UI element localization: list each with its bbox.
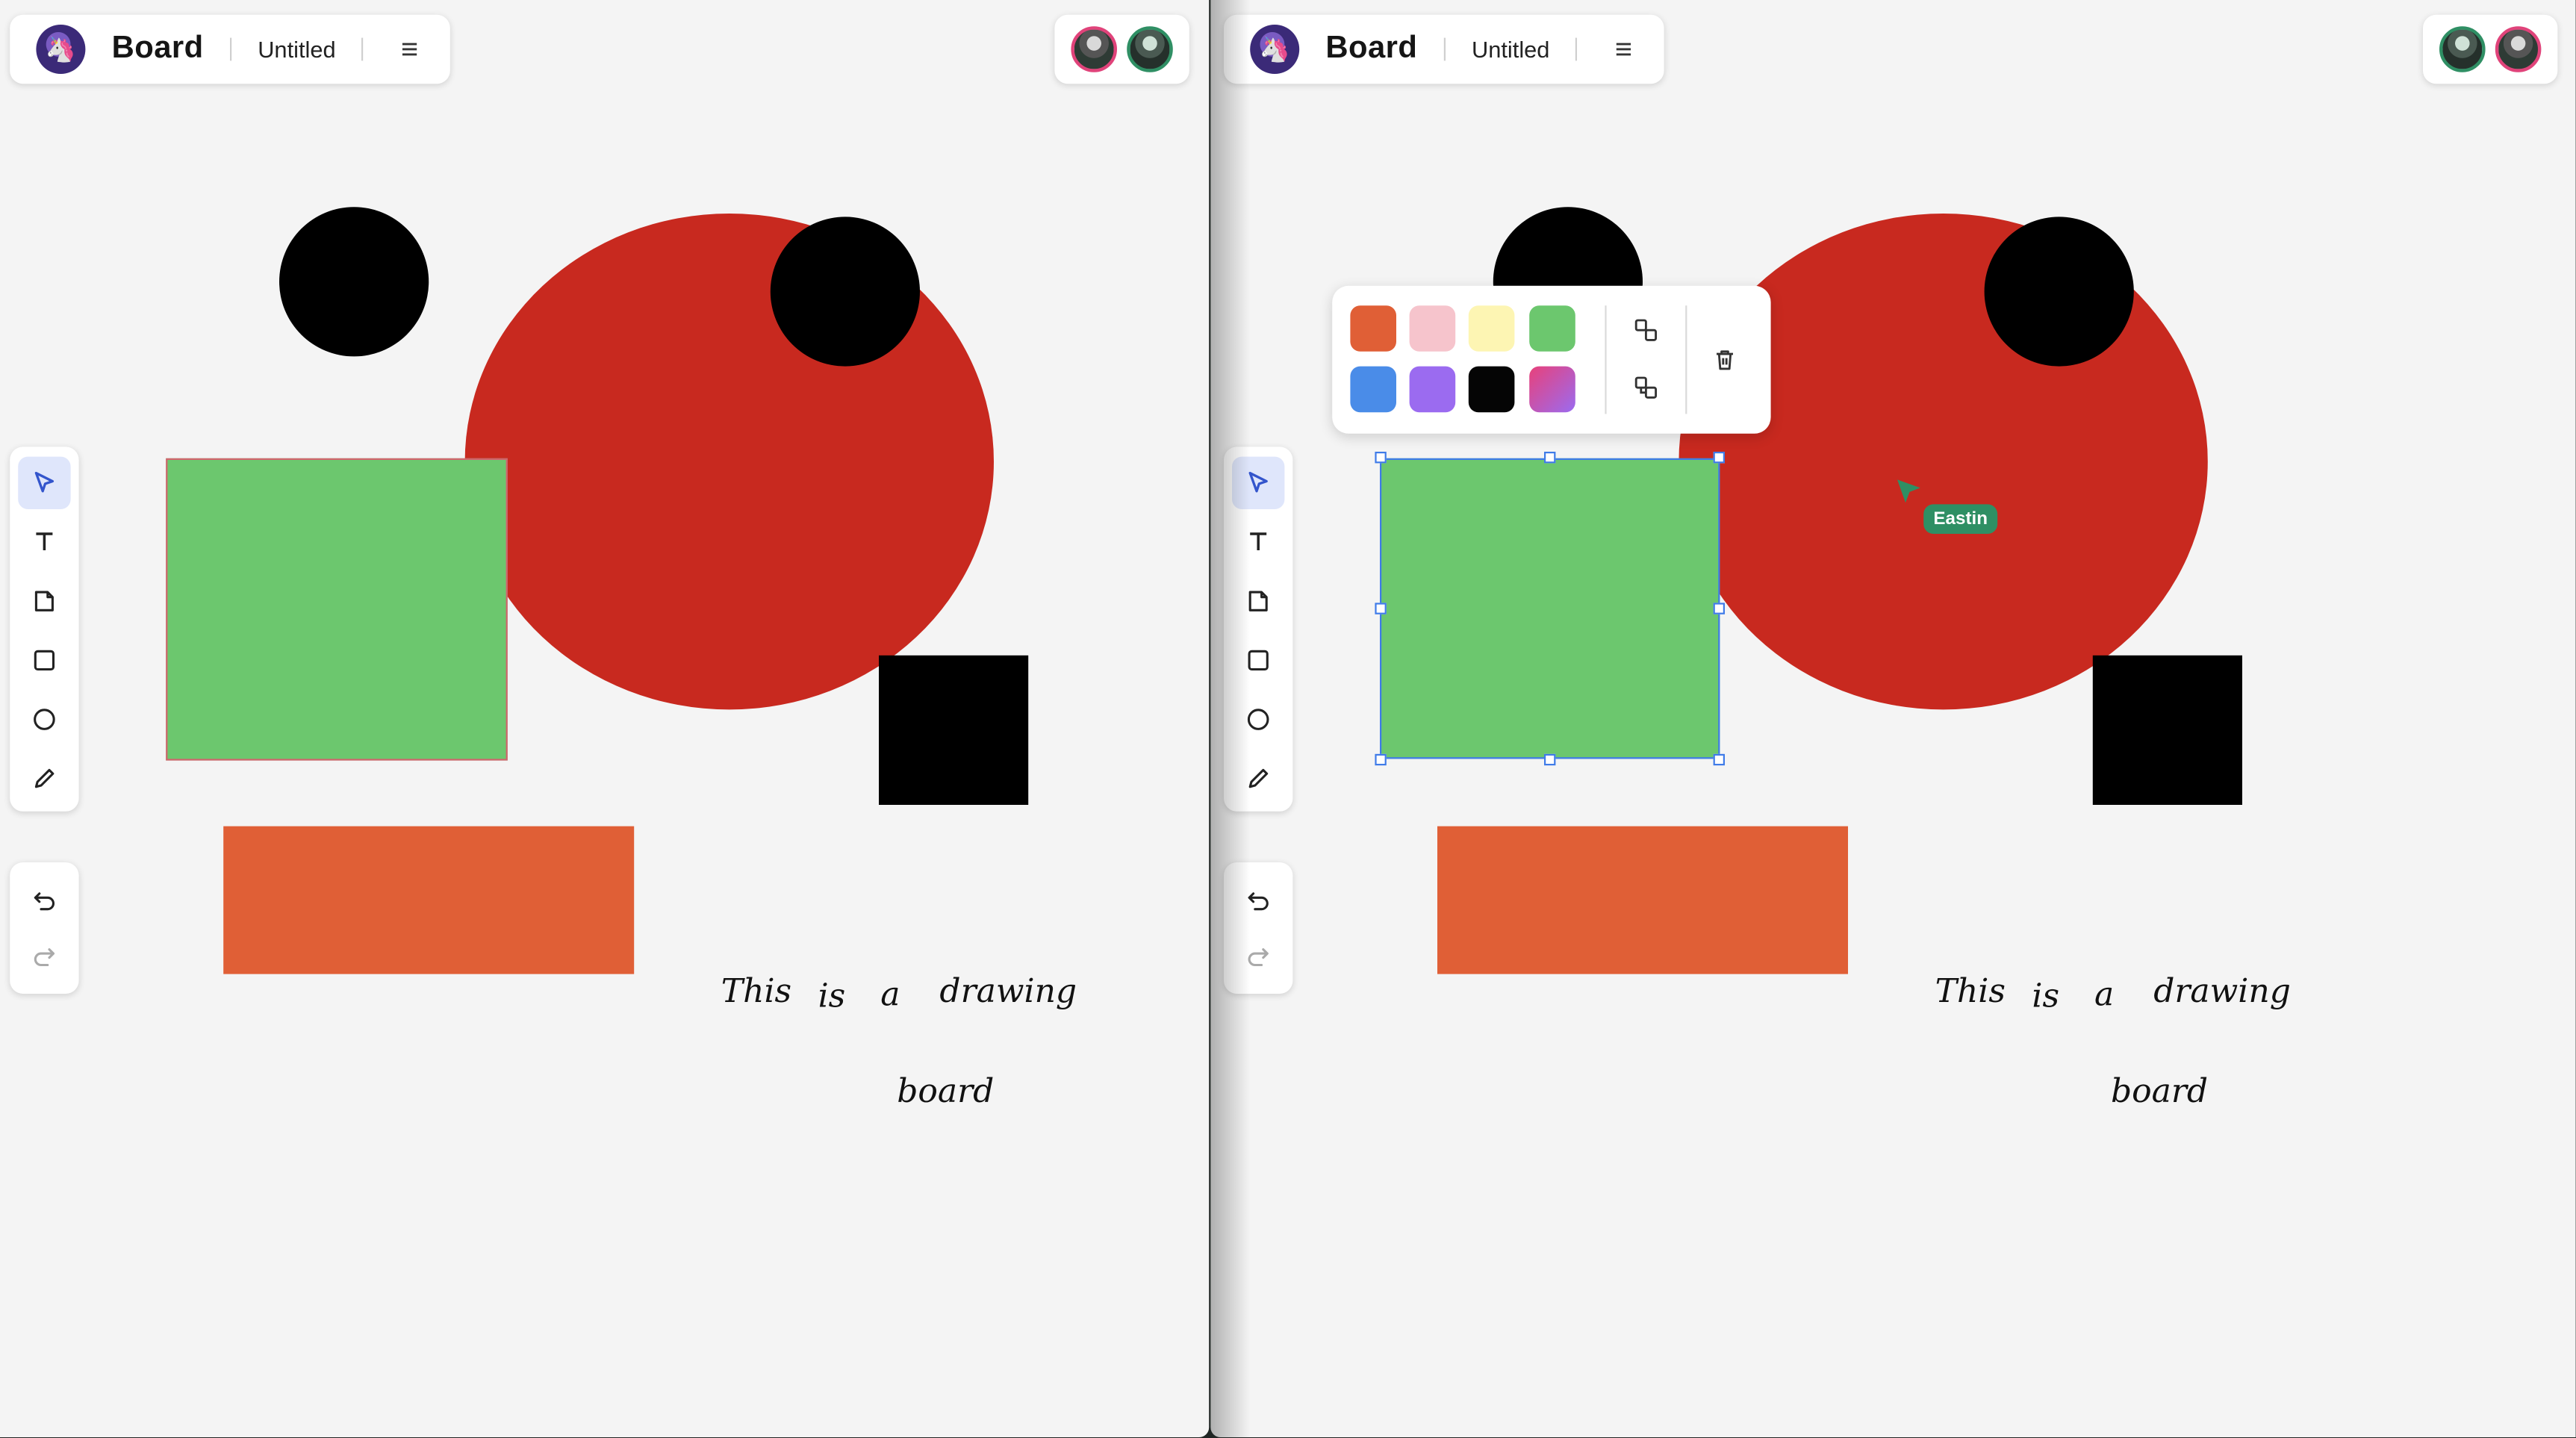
color-swatch-yellow[interactable] [1468,305,1515,352]
history-toolbar [1224,862,1293,994]
rectangle-icon[interactable] [18,634,70,686]
black-circle-shape[interactable] [770,217,920,367]
rectangle-icon[interactable] [1232,634,1284,686]
history-toolbar [10,862,79,994]
color-swatch-green[interactable] [1529,305,1575,352]
header-bar: 🦄 Board Untitled ≡ [10,14,450,84]
ellipse-icon[interactable] [1232,693,1284,745]
black-circle-shape[interactable] [279,207,429,357]
sticky-note-icon[interactable] [1232,575,1284,627]
board-text-word[interactable]: This [721,971,791,1010]
color-swatch-gradient[interactable] [1529,366,1575,413]
board-text-word[interactable]: drawing [2153,971,2291,1010]
resize-handle[interactable] [1713,603,1725,614]
document-title[interactable]: Untitled [1472,36,1549,62]
avatar[interactable] [1127,26,1173,72]
shape-style-popup [1332,285,1771,434]
board-text-word[interactable]: is [2032,976,2059,1015]
header-divider [1575,37,1578,61]
select-pointer-icon[interactable] [18,456,71,509]
orange-rectangle-shape[interactable] [1437,826,1848,974]
green-rectangle-shape[interactable] [166,458,508,761]
right-board-pane[interactable]: 🦄 Board Untitled ≡ Eastin This is a draw… [1210,0,2576,1437]
color-swatch-blue[interactable] [1350,366,1396,413]
undo-icon[interactable] [1232,874,1284,926]
undo-icon[interactable] [18,874,70,926]
hamburger-menu-icon[interactable]: ≡ [1604,30,1643,69]
color-swatch-orange[interactable] [1350,305,1396,352]
unicorn-logo-icon[interactable]: 🦄 [1250,25,1300,74]
pencil-icon[interactable] [18,753,70,805]
color-swatch-black[interactable] [1468,366,1515,413]
avatar[interactable] [2495,26,2542,72]
sticky-note-icon[interactable] [18,575,70,627]
pencil-icon[interactable] [1232,753,1284,805]
select-pointer-icon[interactable] [1232,456,1285,509]
color-swatch-pink[interactable] [1409,305,1456,352]
collaborator-avatars [2423,14,2558,84]
popup-divider [1685,305,1687,414]
ellipse-icon[interactable] [18,693,70,745]
popup-divider [1605,305,1607,414]
unicorn-logo-icon[interactable]: 🦄 [36,25,86,74]
resize-handle[interactable] [1544,452,1556,464]
remote-cursor-icon [1897,479,1920,503]
redo-icon[interactable] [1232,930,1284,982]
green-rectangle-shape-selected[interactable] [1380,458,1720,759]
bring-forward-icon[interactable] [1626,311,1666,350]
board-text-word[interactable]: is [818,976,846,1015]
board-text-word[interactable]: board [2111,1071,2208,1110]
collaborator-avatars [1054,14,1189,84]
send-backward-icon[interactable] [1626,368,1666,408]
resize-handle[interactable] [1375,753,1387,766]
board-text-word[interactable]: drawing [939,971,1077,1010]
black-circle-shape[interactable] [1984,217,2134,367]
board-text-word[interactable]: a [2094,974,2114,1014]
board-text-word[interactable]: a [880,974,900,1014]
color-swatch-purple[interactable] [1409,366,1456,413]
app-title: Board [1325,31,1418,66]
avatar[interactable] [2439,26,2486,72]
black-square-shape[interactable] [879,655,1029,805]
header-divider [229,37,231,61]
board-text-word[interactable]: This [1935,971,2006,1010]
left-board-pane[interactable]: 🦄 Board Untitled ≡ This is a drawing boa… [0,0,1210,1437]
orange-rectangle-shape[interactable] [223,826,635,974]
text-icon[interactable] [18,516,70,568]
app-title: Board [111,31,204,66]
resize-handle[interactable] [1713,753,1725,766]
text-icon[interactable] [1232,516,1284,568]
trash-icon[interactable] [1705,340,1745,379]
avatar[interactable] [1071,26,1117,72]
header-divider [361,37,364,61]
document-title[interactable]: Untitled [258,36,335,62]
resize-handle[interactable] [1713,452,1725,464]
redo-icon[interactable] [18,930,70,982]
black-square-shape[interactable] [2092,655,2242,805]
header-bar: 🦄 Board Untitled ≡ [1224,14,1664,84]
board-text-word[interactable]: board [897,1071,994,1110]
remote-cursor-label: Eastin [1923,504,1998,534]
tool-toolbar [1224,446,1293,812]
resize-handle[interactable] [1544,753,1556,766]
tool-toolbar [10,446,79,812]
hamburger-menu-icon[interactable]: ≡ [390,30,429,69]
resize-handle[interactable] [1375,452,1387,464]
right-pane-content: 🦄 Board Untitled ≡ Eastin This is a draw… [1210,0,2575,1437]
header-divider [1443,37,1446,61]
resize-handle[interactable] [1375,603,1387,614]
